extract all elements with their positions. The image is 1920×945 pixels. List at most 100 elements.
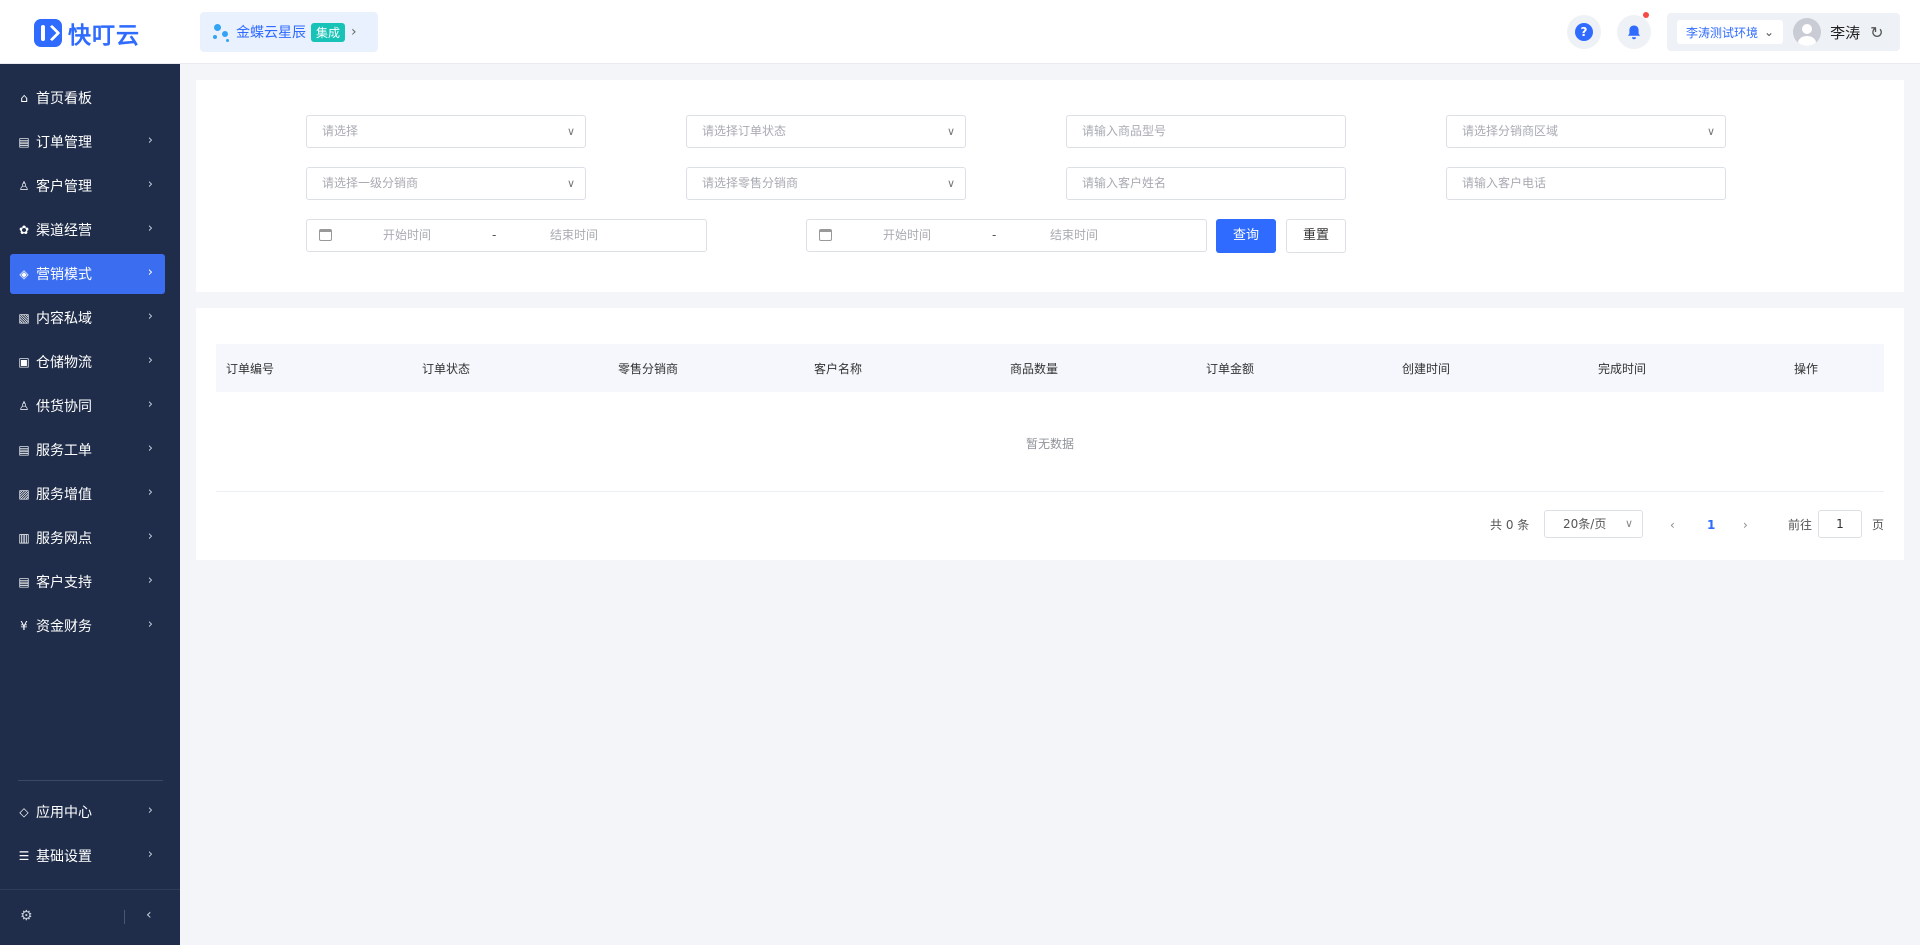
page-size-value: 20条/页 <box>1563 517 1607 531</box>
chevron-right-icon: › <box>147 485 153 500</box>
sidebar-item-label: 客户管理 <box>36 179 92 195</box>
reset-button[interactable]: 重置 <box>1286 219 1346 253</box>
sidebar-item-customers[interactable]: ♙ 客户管理 › <box>10 166 165 206</box>
cube-icon: ◇ <box>19 805 29 819</box>
next-page-icon[interactable]: › <box>1743 511 1748 539</box>
column-header: 零售分销商 <box>618 362 679 376</box>
primary-distributor-select[interactable]: 请选择一级分销商 ∨ <box>306 167 586 200</box>
sidebar-item-settings[interactable]: ☰ 基础设置 › <box>10 836 165 876</box>
sidebar-item-finance[interactable]: ¥ 资金财务 › <box>10 606 165 646</box>
column-header: 商品数量 <box>1010 362 1059 376</box>
sidebar-item-channels[interactable]: ✿ 渠道经营 › <box>10 210 165 250</box>
user-icon: ♙ <box>18 179 30 193</box>
bell-icon <box>1628 25 1640 39</box>
created-end-placeholder: 结束时间 <box>550 228 599 242</box>
select-placeholder: 请选择 <box>322 124 359 138</box>
environment-label: 李涛测试环境 <box>1686 25 1759 40</box>
table-bottom-border <box>216 491 1884 492</box>
calendar-icon <box>819 229 832 241</box>
chevron-right-icon: › <box>147 221 153 236</box>
sidebar-item-value-added[interactable]: ▨ 服务增值 › <box>10 474 165 514</box>
chevron-down-icon: ∨ <box>1624 517 1633 530</box>
filter-panel: 商品分类 请选择 ∨ 订单状态 请选择订单状态 ∨ 商品型号 请输入商品型号 分… <box>196 80 1904 292</box>
sidebar-item-warehouse[interactable]: ▣ 仓储物流 › <box>10 342 165 382</box>
supply-user-icon: ♙ <box>18 399 30 413</box>
collapse-sidebar-icon[interactable]: ‹ <box>146 907 152 923</box>
chevron-right-icon: › <box>147 177 153 192</box>
user-name[interactable]: 李涛 <box>1830 22 1860 43</box>
sidebar-item-dashboard[interactable]: ⌂ 首页看板 <box>10 78 165 118</box>
sidebar-item-supply[interactable]: ♙ 供货协同 › <box>10 386 165 426</box>
gear-icon[interactable]: ⚙ <box>20 908 33 924</box>
logo-icon <box>34 19 62 47</box>
bag-icon: ▨ <box>18 487 30 501</box>
chevron-right-icon: › <box>147 847 153 862</box>
customer-name-input[interactable]: 请输入客户姓名 <box>1066 167 1346 200</box>
finished-time-range[interactable]: 开始时间 - 结束时间 <box>806 219 1207 252</box>
sidebar-item-label: 客户支持 <box>36 575 92 591</box>
empty-state: 暂无数据 <box>1025 437 1074 451</box>
sidebar-item-label: 订单管理 <box>36 135 92 151</box>
sidebar-item-content[interactable]: ▧ 内容私域 › <box>10 298 165 338</box>
help-button[interactable]: ? <box>1567 15 1601 49</box>
sidebar-item-label: 服务工单 <box>36 443 92 459</box>
avatar[interactable] <box>1793 18 1822 46</box>
query-button[interactable]: 查询 <box>1216 219 1276 253</box>
column-header: 操作 <box>1794 362 1819 376</box>
sidebar-item-outlets[interactable]: ▥ 服务网点 › <box>10 518 165 558</box>
home-icon: ⌂ <box>20 91 28 105</box>
chevron-down-icon: ∨ <box>1706 125 1715 138</box>
logo[interactable]: 快叮云 <box>34 16 140 50</box>
retail-distributor-select[interactable]: 请选择零售分销商 ∨ <box>686 167 966 200</box>
distributor-region-select[interactable]: 请选择分销商区域 ∨ <box>1446 115 1726 148</box>
column-header: 客户名称 <box>814 362 863 376</box>
product-category-select[interactable]: 请选择 ∨ <box>306 115 586 148</box>
sidebar-item-support[interactable]: ▤ 客户支持 › <box>10 562 165 602</box>
chevron-right-icon: › <box>147 617 153 632</box>
notification-dot <box>1643 12 1649 18</box>
chevron-right-icon: › <box>147 803 153 818</box>
input-placeholder: 请输入商品型号 <box>1082 124 1167 138</box>
top-header: 快叮云 金蝶云星辰 集成 › ? 李涛测试环境 ⌄ 李涛 ↻ <box>0 0 1920 64</box>
sidebar-item-marketing[interactable]: ◈ 营销模式 › <box>10 254 165 294</box>
sidebar-item-work-orders[interactable]: ▤ 服务工单 › <box>10 430 165 470</box>
sidebar-item-orders[interactable]: ▤ 订单管理 › <box>10 122 165 162</box>
created-time-range[interactable]: 开始时间 - 结束时间 <box>306 219 707 252</box>
total-count: 共 0 条 <box>1490 518 1530 532</box>
prev-page-icon[interactable]: ‹ <box>1670 511 1675 539</box>
page-size-select[interactable]: 20条/页 ∨ <box>1544 510 1643 538</box>
select-placeholder: 请选择零售分销商 <box>702 176 799 190</box>
chevron-down-icon: ⌄ <box>1764 25 1775 39</box>
goto-suffix: 页 <box>1872 518 1885 532</box>
order-status-select[interactable]: 请选择订单状态 ∨ <box>686 115 966 148</box>
finished-start-placeholder: 开始时间 <box>883 228 932 242</box>
integration-switch[interactable]: 金蝶云星辰 集成 › <box>200 12 378 52</box>
select-placeholder: 请选择分销商区域 <box>1462 124 1559 138</box>
box-icon: ▣ <box>18 355 30 369</box>
customer-phone-input[interactable]: 请输入客户电话 <box>1446 167 1726 200</box>
input-placeholder: 请输入客户电话 <box>1462 176 1547 190</box>
column-header: 完成时间 <box>1598 362 1647 376</box>
sidebar-divider <box>18 780 163 781</box>
chevron-right-icon: › <box>147 133 153 148</box>
select-placeholder: 请选择一级分销商 <box>322 176 419 190</box>
sidebar-item-label: 渠道经营 <box>36 223 92 239</box>
yuan-icon: ¥ <box>20 619 28 633</box>
input-placeholder: 请输入客户姓名 <box>1082 176 1167 190</box>
created-start-placeholder: 开始时间 <box>383 228 432 242</box>
sidebar-item-label: 资金财务 <box>36 619 92 635</box>
environment-select[interactable]: 李涛测试环境 ⌄ <box>1677 20 1784 44</box>
image-icon: ▧ <box>18 311 30 325</box>
sidebar-item-label: 服务增值 <box>36 487 92 503</box>
refresh-icon[interactable]: ↻ <box>1870 23 1883 42</box>
sidebar-item-label: 仓储物流 <box>36 355 92 371</box>
user-box: 李涛测试环境 ⌄ 李涛 ↻ <box>1667 13 1900 51</box>
page-number-current[interactable]: 1 <box>1707 511 1715 539</box>
sidebar-item-app-center[interactable]: ◇ 应用中心 › <box>10 792 165 832</box>
table-header: 订单编号 订单状态 零售分销商 客户名称 商品数量 订单金额 创建时间 完成时间… <box>216 344 1884 392</box>
integration-name: 金蝶云星辰 <box>236 25 306 41</box>
product-model-input[interactable]: 请输入商品型号 <box>1066 115 1346 148</box>
sidebar-footer: ⚙ ‹ <box>0 889 180 945</box>
goto-page-input[interactable]: 1 <box>1818 510 1862 538</box>
notification-button[interactable] <box>1617 12 1651 49</box>
